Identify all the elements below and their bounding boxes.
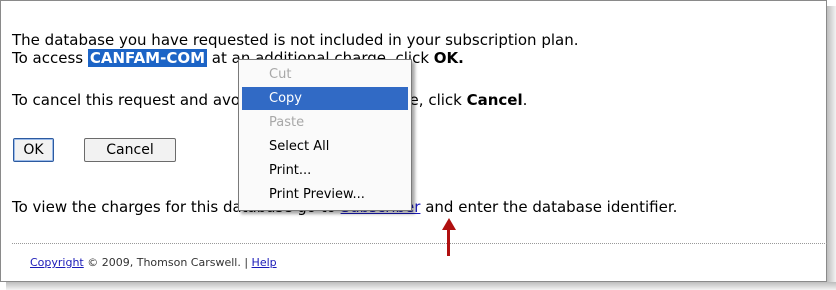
- annotation-arrow-shaft: [447, 226, 450, 256]
- cancel-word: Cancel: [466, 91, 523, 109]
- menu-item-paste[interactable]: Paste: [242, 111, 408, 134]
- cancel-button[interactable]: Cancel: [84, 138, 176, 162]
- menu-item-print[interactable]: Print...: [242, 159, 408, 182]
- message-line-1: The database you have requested is not i…: [12, 31, 579, 49]
- copyright-text: © 2009, Thomson Carswell. |: [83, 256, 252, 269]
- menu-item-print-preview[interactable]: Print Preview...: [242, 183, 408, 206]
- ok-button[interactable]: OK: [13, 138, 54, 162]
- menu-item-copy[interactable]: Copy: [242, 87, 408, 110]
- footer: Copyright © 2009, Thomson Carswell. | He…: [30, 256, 277, 269]
- menu-item-select-all[interactable]: Select All: [242, 135, 408, 158]
- line2-prefix: To access: [12, 49, 88, 67]
- line3-suffix: .: [522, 91, 528, 109]
- database-id-selection[interactable]: CANFAM-COM: [87, 49, 208, 67]
- context-menu: Cut Copy Paste Select All Print... Print…: [238, 59, 412, 211]
- footer-divider: [12, 243, 827, 244]
- menu-item-cut[interactable]: Cut: [242, 63, 408, 86]
- help-link[interactable]: Help: [252, 256, 277, 269]
- frame-shadow-bottom: [6, 282, 836, 290]
- ok-word: OK.: [433, 49, 464, 67]
- line4-suffix: and enter the database identifier.: [420, 198, 678, 216]
- frame-shadow-right: [827, 6, 836, 290]
- copyright-link[interactable]: Copyright: [30, 256, 84, 269]
